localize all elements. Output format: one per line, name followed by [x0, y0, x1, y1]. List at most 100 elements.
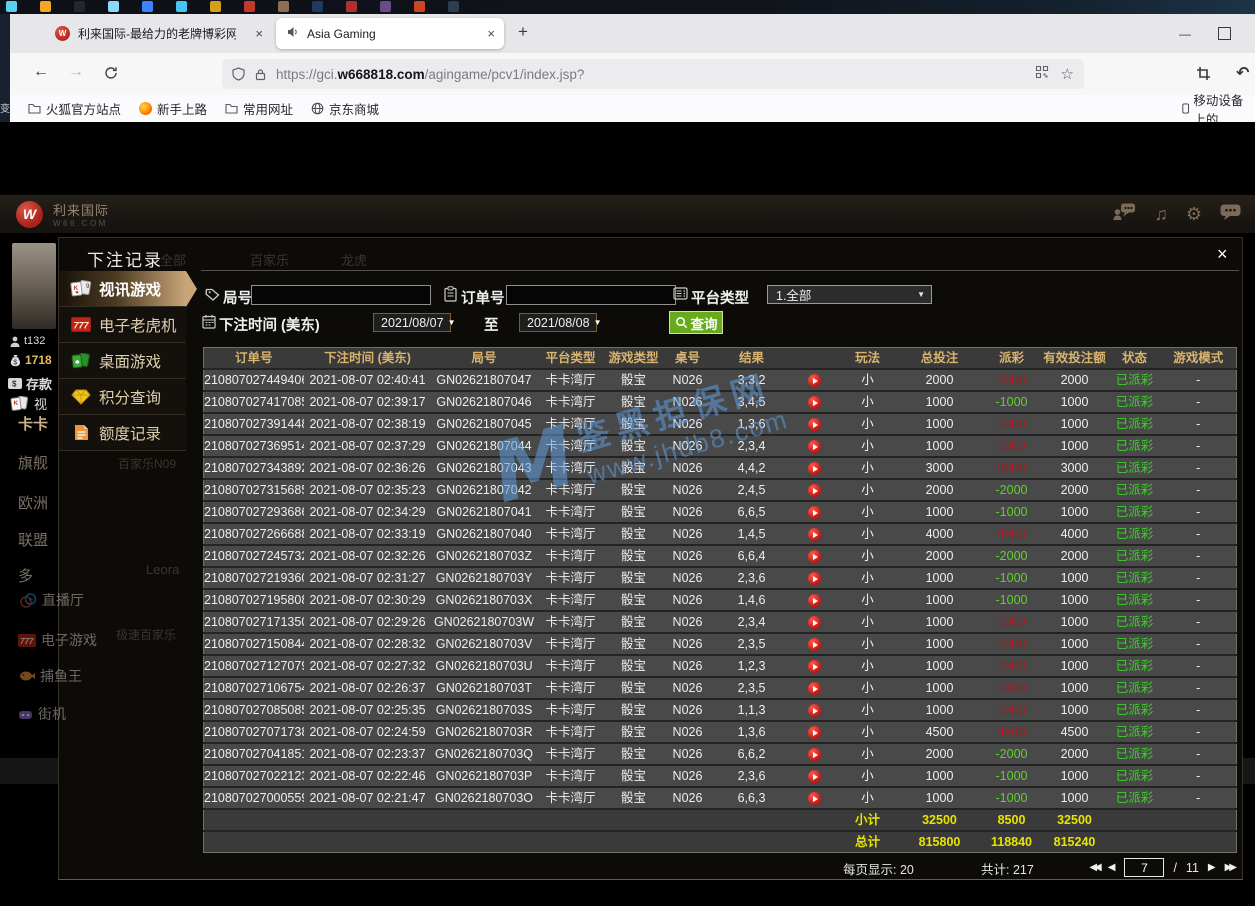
table-cell: 1000 — [1041, 677, 1109, 699]
video-play-icon[interactable] — [808, 462, 821, 475]
order-input[interactable] — [506, 285, 676, 305]
lobby-sidebar-background: t132 $ 1718 $ 存款 K 视 卡卡 旗舰 欧洲 联盟 多 — [0, 237, 58, 906]
table-cell: 小 — [839, 721, 897, 743]
bookmark-item[interactable]: 常用网址 — [225, 99, 293, 118]
last-page-button[interactable]: ▶▶ — [1225, 862, 1234, 873]
video-play-icon[interactable] — [808, 660, 821, 673]
video-play-icon[interactable] — [808, 396, 821, 409]
table-cell: 1000 — [897, 567, 983, 589]
reload-button[interactable] — [104, 66, 118, 85]
bookmark-item[interactable]: 火狐官方站点 — [28, 99, 121, 118]
screenshot-crop-icon[interactable] — [1196, 66, 1211, 86]
video-play-icon[interactable] — [808, 528, 821, 541]
table-cell: 1000 — [1041, 699, 1109, 721]
video-cell — [791, 655, 839, 677]
back-button[interactable]: ← — [33, 63, 49, 81]
menu-item-video-games[interactable]: 9K 视讯游戏 — [59, 271, 186, 307]
video-play-icon[interactable] — [808, 418, 821, 431]
menu-item-quota-records[interactable]: 额度记录 — [59, 415, 186, 451]
site-header: W 利来国际 W66.COM ♫ ⚙ — [0, 195, 1255, 233]
table-cell: 小 — [839, 369, 897, 391]
table-cell: GN02621807046 — [432, 391, 537, 413]
video-play-icon[interactable] — [808, 770, 821, 783]
next-page-button[interactable]: ▶ — [1208, 862, 1216, 873]
desktop-app-icon — [74, 1, 85, 12]
video-play-icon[interactable] — [808, 374, 821, 387]
table-cell: - — [1161, 589, 1237, 611]
table-cell: N026 — [663, 479, 713, 501]
video-play-icon[interactable] — [808, 572, 821, 585]
table-cell: 1,4,5 — [713, 523, 791, 545]
bookmark-item[interactable]: 新手上路 — [139, 99, 207, 118]
undo-arrow-icon[interactable]: ↶ — [1236, 63, 1249, 83]
svg-text:K: K — [14, 400, 19, 407]
first-page-button[interactable]: ◀◀ — [1089, 862, 1098, 873]
video-cell — [791, 765, 839, 787]
video-cell — [791, 413, 839, 435]
table-cell: - — [1161, 567, 1237, 589]
table-row: 2108070271958082021-08-07 02:30:29GN0262… — [204, 589, 1237, 611]
date-to-select[interactable]: 2021/08/08 ▼ — [519, 313, 597, 332]
minimize-button[interactable]: — — [1170, 14, 1200, 53]
table-row: 2108070271713502021-08-07 02:29:26GN0262… — [204, 611, 1237, 633]
video-play-icon[interactable] — [808, 440, 821, 453]
music-icon[interactable]: ♫ — [1154, 204, 1168, 225]
qr-code-icon[interactable] — [1035, 65, 1049, 84]
bookmark-item[interactable]: 京东商城 — [311, 99, 379, 118]
video-play-icon[interactable] — [808, 616, 821, 629]
close-icon[interactable]: × — [487, 26, 495, 41]
table-cell: 2,3,6 — [713, 765, 791, 787]
table-cell: 小 — [839, 787, 897, 809]
lobby-hall: 欧洲 — [18, 492, 48, 513]
support-chat-icon[interactable] — [1113, 203, 1136, 225]
new-tab-button[interactable]: + — [518, 22, 528, 42]
platform-select[interactable]: 1.全部 ▼ — [767, 285, 932, 304]
date-from-select[interactable]: 2021/08/07 ▼ — [373, 313, 451, 332]
green-cards-icon: ♣ — [69, 353, 93, 369]
search-button[interactable]: 查询 — [669, 311, 723, 334]
table-cell: 2,3,6 — [713, 567, 791, 589]
video-play-icon[interactable] — [808, 748, 821, 761]
table-cell: 骰宝 — [605, 743, 663, 765]
table-cell: GN0262180703V — [432, 633, 537, 655]
tab-asia-gaming[interactable]: Asia Gaming × — [276, 18, 504, 49]
table-cell: 210807027293686 — [204, 501, 304, 523]
video-play-icon[interactable] — [808, 506, 821, 519]
url-bar[interactable]: https://gci.w668818.com/agingame/pcv1/in… — [222, 59, 1084, 89]
forward-button[interactable]: → — [68, 63, 84, 81]
video-play-icon[interactable] — [808, 792, 821, 805]
video-play-icon[interactable] — [808, 594, 821, 607]
video-play-icon[interactable] — [808, 704, 821, 717]
page-number-input[interactable] — [1124, 858, 1164, 877]
video-play-icon[interactable] — [808, 484, 821, 497]
table-cell: 3000 — [983, 457, 1041, 479]
close-icon[interactable]: × — [1217, 244, 1228, 265]
bookmark-star-icon[interactable]: ☆ — [1061, 65, 1074, 83]
video-play-icon[interactable] — [808, 550, 821, 563]
table-cell: - — [1161, 787, 1237, 809]
menu-item-points[interactable]: 积分查询 — [59, 379, 186, 415]
maximize-button[interactable] — [1218, 27, 1231, 40]
svg-text:K: K — [74, 285, 79, 292]
close-icon[interactable]: × — [255, 26, 263, 41]
round-input[interactable] — [251, 285, 431, 305]
gear-icon[interactable]: ⚙ — [1186, 204, 1202, 225]
table-cell: 骰宝 — [605, 545, 663, 567]
video-play-icon[interactable] — [808, 638, 821, 651]
svg-text:♣: ♣ — [75, 359, 80, 366]
video-play-icon[interactable] — [808, 726, 821, 739]
table-cell: GN02621807043 — [432, 457, 537, 479]
chat-bubble-icon[interactable] — [1220, 204, 1241, 225]
menu-item-table-games[interactable]: ♣ 桌面游戏 — [59, 343, 186, 379]
tab-lilai[interactable]: W 利来国际-最给力的老牌博彩网站 × — [46, 18, 272, 49]
table-cell: 已派彩 — [1109, 655, 1161, 677]
menu-item-slots[interactable]: 777 电子老虎机 — [59, 307, 186, 343]
table-cell: 2021-08-07 02:23:37 — [304, 743, 432, 765]
table-cell: 骰宝 — [605, 435, 663, 457]
table-cell: 2000 — [897, 369, 983, 391]
table-cell: 骰宝 — [605, 655, 663, 677]
prev-page-button[interactable]: ◀ — [1108, 862, 1116, 873]
table-cell: 已派彩 — [1109, 633, 1161, 655]
video-play-icon[interactable] — [808, 682, 821, 695]
table-cell: 1000 — [897, 787, 983, 809]
